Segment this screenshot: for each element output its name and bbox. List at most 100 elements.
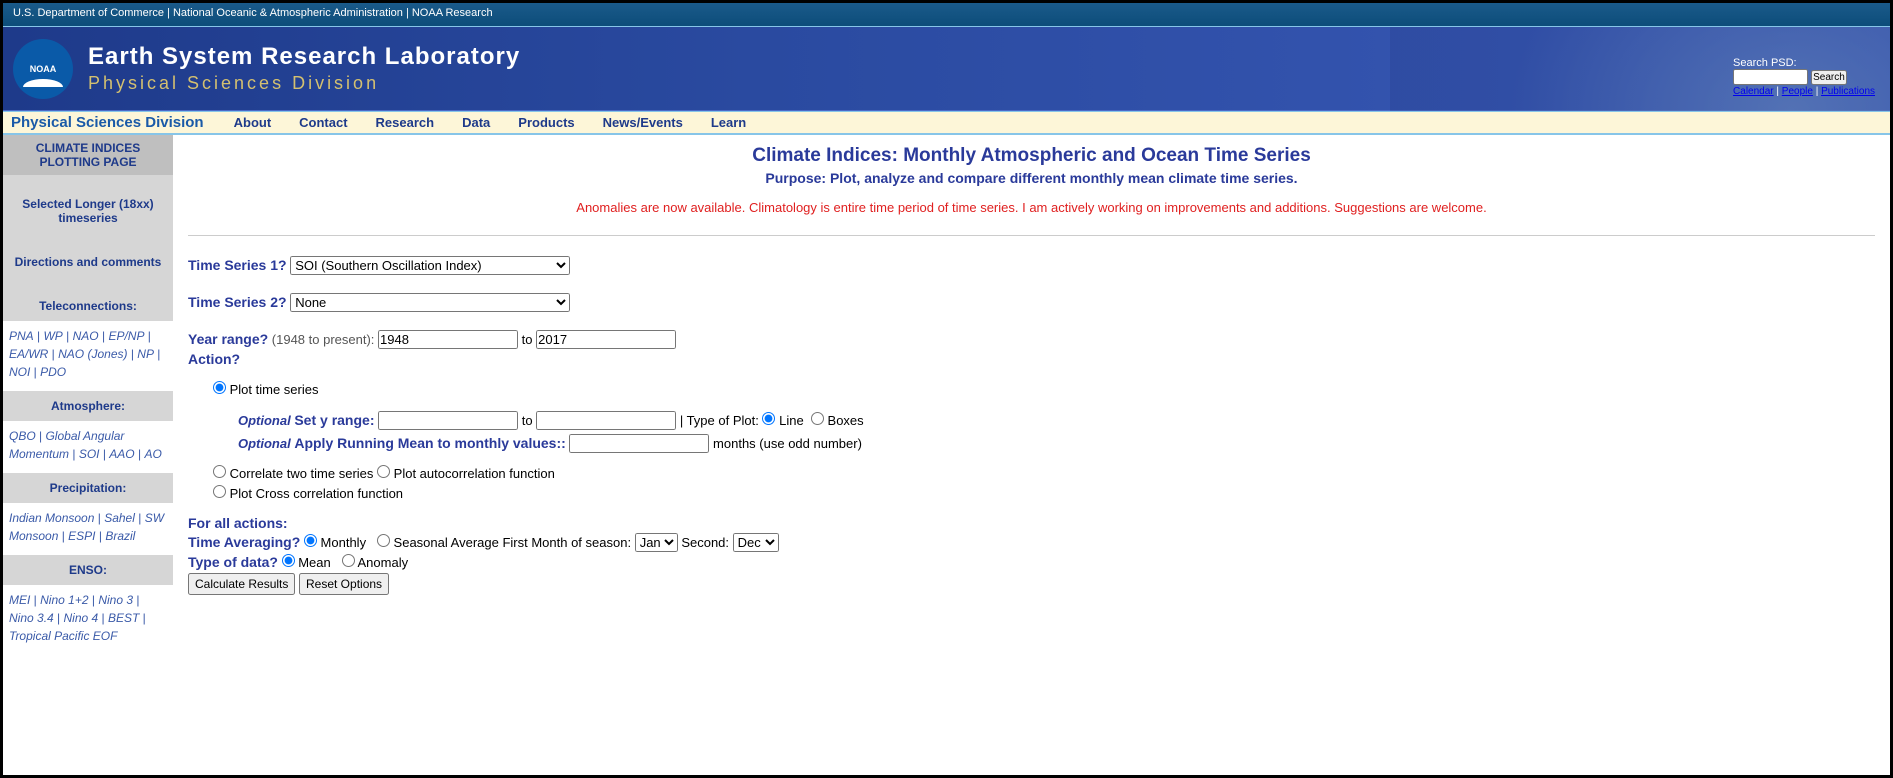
link-np[interactable]: NP [137, 347, 154, 361]
nav-psd-home[interactable]: Physical Sciences Division [11, 114, 204, 131]
quicklink-people[interactable]: People [1782, 86, 1813, 97]
ts1-label: Time Series 1? [188, 257, 287, 273]
optional-label-1: Optional [238, 413, 291, 428]
link-sahel[interactable]: Sahel [104, 511, 135, 525]
type-of-plot-label: | Type of Plot: [680, 413, 759, 428]
link-nao[interactable]: NAO [73, 329, 99, 343]
monthly-label: Monthly [321, 535, 367, 550]
nav-data[interactable]: Data [462, 115, 490, 130]
action-crosscorr-label: Plot Cross correlation function [230, 486, 403, 501]
page-title: Climate Indices: Monthly Atmospheric and… [188, 145, 1875, 167]
sidebar-directions[interactable]: Directions and comments [3, 247, 173, 277]
nav-contact[interactable]: Contact [299, 115, 347, 130]
year-to-input[interactable] [536, 330, 676, 349]
anomaly-radio[interactable] [342, 554, 355, 567]
plot-boxes-label: Boxes [828, 413, 864, 428]
alert-text: Anomalies are now available. Climatology… [188, 200, 1875, 215]
second-label: Second: [681, 535, 729, 550]
link-soi[interactable]: SOI [79, 447, 100, 461]
season-second-select[interactable]: Dec [733, 533, 779, 552]
link-nino3[interactable]: Nino 3 [98, 593, 133, 607]
seasonal-radio[interactable] [377, 534, 390, 547]
gov-top-bar: U.S. Department of Commerce | National O… [3, 3, 1890, 27]
plot-boxes-radio[interactable] [811, 412, 824, 425]
ts1-select[interactable]: SOI (Southern Oscillation Index) [290, 256, 570, 275]
site-title: Earth System Research Laboratory [88, 43, 520, 71]
link-mei[interactable]: MEI [9, 593, 30, 607]
noaa-logo[interactable]: NOAA [13, 39, 73, 99]
link-noi[interactable]: NOI [9, 365, 30, 379]
season-first-select[interactable]: Jan [635, 533, 678, 552]
sidebar-longer-ts[interactable]: Selected Longer (18xx) timeseries [3, 189, 173, 233]
to-text: to [522, 332, 533, 347]
nav-learn[interactable]: Learn [711, 115, 746, 130]
monthly-radio[interactable] [304, 534, 317, 547]
link-brazil[interactable]: Brazil [105, 529, 135, 543]
site-banner: NOAA Earth System Research Laboratory Ph… [3, 27, 1890, 111]
running-mean-input[interactable] [569, 434, 709, 453]
quicklink-calendar[interactable]: Calendar [1733, 86, 1774, 97]
search-input[interactable] [1733, 69, 1808, 85]
topbar-research[interactable]: NOAA Research [412, 7, 493, 19]
main-content: Climate Indices: Monthly Atmospheric and… [173, 135, 1890, 775]
sidebar-links-teleconnections: PNA | WP | NAO | EP/NP | EA/WR | NAO (Jo… [3, 321, 173, 391]
seasonal-label: Seasonal Average First Month of season: [394, 535, 632, 550]
mean-radio[interactable] [282, 554, 295, 567]
search-button[interactable] [1811, 70, 1847, 85]
link-wp[interactable]: WP [43, 329, 62, 343]
nav-research[interactable]: Research [376, 115, 435, 130]
type-data-label: Type of data? [188, 554, 278, 570]
anomaly-label: Anomaly [358, 555, 409, 570]
topbar-commerce[interactable]: U.S. Department of Commerce [13, 7, 164, 19]
to-text-2: to [522, 413, 533, 428]
link-nino4[interactable]: Nino 4 [64, 611, 99, 625]
search-label: Search PSD: [1733, 57, 1797, 69]
nav-about[interactable]: About [234, 115, 272, 130]
link-ao[interactable]: AO [144, 447, 161, 461]
action-label: Action? [188, 351, 1875, 367]
link-nino34[interactable]: Nino 3.4 [9, 611, 54, 625]
year-label: Year range? [188, 331, 268, 347]
yrange-label: Set y range: [294, 412, 374, 428]
action-plot-radio[interactable] [213, 381, 226, 394]
nav-products[interactable]: Products [518, 115, 574, 130]
sidebar: CLIMATE INDICES PLOTTING PAGE Selected L… [3, 135, 173, 775]
mean-label: Mean [298, 555, 331, 570]
link-tpeof[interactable]: Tropical Pacific EOF [9, 629, 117, 643]
link-best[interactable]: BEST [108, 611, 139, 625]
nav-news[interactable]: News/Events [603, 115, 683, 130]
quicklink-publications[interactable]: Publications [1821, 86, 1875, 97]
link-pdo[interactable]: PDO [40, 365, 66, 379]
months-note: months (use odd number) [713, 436, 862, 451]
reset-button[interactable] [299, 573, 389, 595]
sidebar-head-atmosphere: Atmosphere: [3, 391, 173, 421]
link-espi[interactable]: ESPI [68, 529, 95, 543]
sidebar-title[interactable]: CLIMATE INDICES PLOTTING PAGE [3, 135, 173, 175]
main-nav: Physical Sciences Division About Contact… [3, 111, 1890, 135]
link-indian-monsoon[interactable]: Indian Monsoon [9, 511, 94, 525]
action-crosscorr-radio[interactable] [213, 485, 226, 498]
search-area: Search PSD: Calendar | People | Publicat… [1733, 57, 1875, 97]
link-aao[interactable]: AAO [109, 447, 134, 461]
ts2-select[interactable]: None [290, 293, 570, 312]
link-naojones[interactable]: NAO (Jones) [58, 347, 127, 361]
optional-label-2: Optional [238, 436, 291, 451]
action-autocorr-radio[interactable] [377, 465, 390, 478]
plot-line-label: Line [779, 413, 804, 428]
topbar-noaa[interactable]: National Oceanic & Atmospheric Administr… [173, 7, 403, 19]
sidebar-head-enso: ENSO: [3, 555, 173, 585]
year-from-input[interactable] [378, 330, 518, 349]
link-pna[interactable]: PNA [9, 329, 34, 343]
link-nino12[interactable]: Nino 1+2 [40, 593, 88, 607]
action-correlate-radio[interactable] [213, 465, 226, 478]
sidebar-links-precipitation: Indian Monsoon | Sahel | SW Monsoon | ES… [3, 503, 173, 555]
site-subtitle: Physical Sciences Division [88, 73, 520, 94]
calculate-button[interactable] [188, 573, 295, 595]
link-eawr[interactable]: EA/WR [9, 347, 48, 361]
link-epnp[interactable]: EP/NP [108, 329, 144, 343]
ymin-input[interactable] [378, 411, 518, 430]
ymax-input[interactable] [536, 411, 676, 430]
plot-line-radio[interactable] [762, 412, 775, 425]
divider-line [188, 235, 1875, 236]
link-qbo[interactable]: QBO [9, 429, 36, 443]
